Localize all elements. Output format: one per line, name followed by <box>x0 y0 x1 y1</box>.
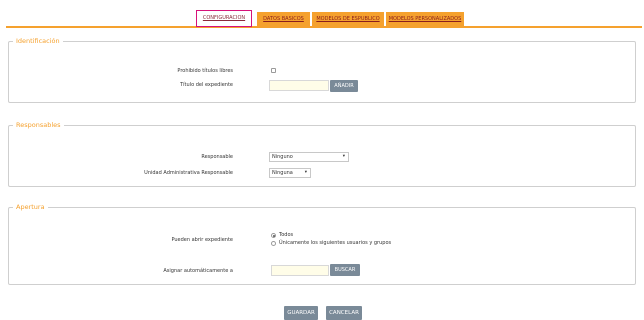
cancelar-button[interactable]: CANCELAR <box>326 306 362 320</box>
tab-datos-basicos[interactable]: DATOS BASICOS <box>257 12 310 28</box>
unidad-administrativa-select[interactable]: Ninguna ▾ <box>269 168 311 178</box>
chevron-down-icon: ▾ <box>304 170 307 175</box>
unidad-administrativa-label: Unidad Administrativa Responsable <box>144 170 233 176</box>
unidad-select-value: Ninguna <box>272 170 293 176</box>
guardar-button[interactable]: GUARDAR <box>284 306 318 320</box>
asignar-input[interactable] <box>271 265 329 276</box>
fieldset-apertura: Apertura Pueden abrir expediente Todos Ú… <box>8 203 636 285</box>
legend-apertura: Apertura <box>13 203 48 212</box>
responsable-select[interactable]: Ninguno ▾ <box>269 152 349 162</box>
prohibido-titulos-label: Prohibido títulos libres <box>177 68 233 74</box>
radio-unicamente-label: Únicamente los siguientes usuarios y gru… <box>279 240 392 246</box>
chevron-down-icon: ▾ <box>342 154 345 159</box>
legend-responsables: Responsables <box>13 121 64 130</box>
titulo-expediente-label: Título del expediente <box>180 82 233 88</box>
prohibido-titulos-checkbox[interactable] <box>271 68 276 73</box>
asignar-automaticamente-label: Asignar automáticamente a <box>163 268 233 274</box>
tab-configuracion[interactable]: CONFIGURACION <box>196 10 252 27</box>
tab-modelos-espublico[interactable]: MODELOS DE ESPUBLICO <box>312 12 384 28</box>
pueden-abrir-label: Pueden abrir expediente <box>171 237 233 243</box>
radio-todos-label: Todos <box>279 232 294 238</box>
responsable-select-value: Ninguno <box>272 154 293 160</box>
tab-bar: CONFIGURACION DATOS BASICOS MODELOS DE E… <box>0 8 644 28</box>
radio-todos[interactable] <box>271 233 276 238</box>
buscar-button[interactable]: BUSCAR <box>330 264 360 276</box>
fieldset-responsables: Responsables Responsable Ninguno ▾ Unida… <box>8 121 636 187</box>
anadir-button[interactable]: AÑADIR <box>330 80 358 92</box>
legend-identificacion: Identificación <box>13 37 63 46</box>
responsable-label: Responsable <box>201 154 233 160</box>
titulo-expediente-input[interactable] <box>269 80 329 91</box>
tab-modelos-personalizados[interactable]: MODELOS PERSONALIZADOS <box>386 12 464 28</box>
fieldset-identificacion: Identificación Prohibido títulos libres … <box>8 37 636 103</box>
radio-unicamente[interactable] <box>271 241 276 246</box>
